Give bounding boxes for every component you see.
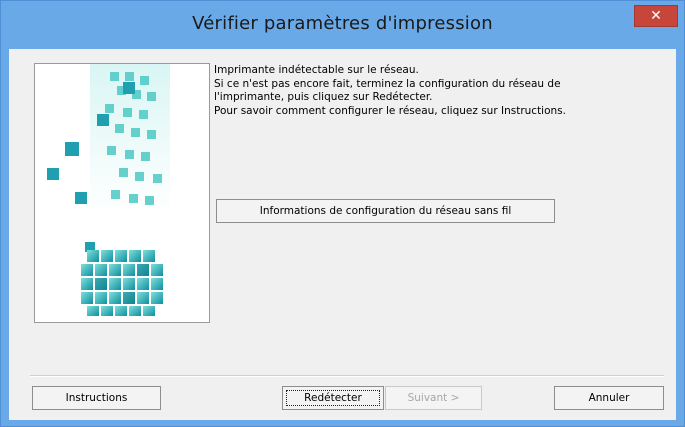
status-message: Imprimante indétectable sur le réseau. S… [214,64,669,118]
dialog-client-area: Imprimante indétectable sur le réseau. S… [9,49,676,420]
message-line-2: Si ce n'est pas encore fait, terminez la… [214,77,561,90]
focus-rectangle [286,390,380,406]
message-line-4: Pour savoir comment configurer le réseau… [214,104,566,117]
separator [30,375,664,377]
window-title: Vérifier paramètres d'impression [192,13,493,34]
close-button[interactable]: ✕ [634,5,678,27]
illustration-panel [34,63,210,323]
wireless-config-info-button[interactable]: Informations de configuration du réseau … [216,199,555,223]
message-line-3: l'imprimante, puis cliquez sur Redétecte… [214,91,433,103]
instructions-button[interactable]: Instructions [32,386,161,410]
cancel-button[interactable]: Annuler [554,386,664,410]
printer-network-cubes-illustration [35,64,209,322]
message-line-1: Imprimante indétectable sur le réseau. [214,64,419,76]
dialog-window: Vérifier paramètres d'impression ✕ Impri… [0,0,685,427]
next-button[interactable]: Suivant > [385,386,482,410]
title-bar[interactable]: Vérifier paramètres d'impression ✕ [1,1,684,49]
redetect-button[interactable]: Redétecter [282,386,384,410]
close-icon: ✕ [650,8,662,24]
